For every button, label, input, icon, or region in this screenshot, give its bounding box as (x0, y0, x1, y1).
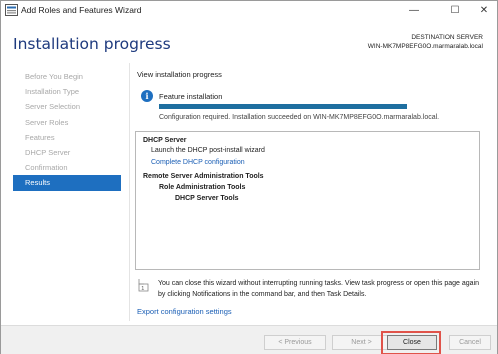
wizard-window: Add Roles and Features Wizard — ☐ ✕ Inst… (0, 0, 498, 354)
wizard-footer: < Previous Next > Close Cancel (1, 325, 497, 354)
minimize-button[interactable]: — (400, 1, 428, 21)
view-progress-label: View installation progress (137, 70, 222, 79)
result-rsat: Remote Server Administration Tools (143, 173, 264, 180)
result-dhcp-server-tools: DHCP Server Tools (175, 195, 239, 202)
close-window-button[interactable]: ✕ (470, 1, 498, 21)
maximize-button[interactable]: ☐ (441, 1, 469, 21)
result-dhcp-server: DHCP Server (143, 137, 187, 144)
wizard-steps-nav: Before You Begin Installation Type Server … (13, 69, 121, 191)
nav-item-installation-type[interactable]: Installation Type (13, 84, 121, 99)
close-button-highlight (381, 331, 441, 354)
nav-item-server-roles[interactable]: Server Roles (13, 115, 121, 130)
destination-server-name: WIN-MK7MP8EFG0O.marmaralab.local (367, 43, 483, 50)
result-role-admin-tools: Role Administration Tools (159, 184, 246, 191)
nav-item-server-selection[interactable]: Server Selection (13, 99, 121, 114)
destination-server-label: DESTINATION SERVER (411, 34, 483, 41)
configuration-status: Configuration required. Installation suc… (159, 114, 440, 121)
feature-installation-label: Feature installation (159, 92, 223, 101)
nav-item-confirmation[interactable]: Confirmation (13, 160, 121, 175)
svg-text:1: 1 (141, 286, 144, 292)
cancel-button[interactable]: Cancel (449, 335, 491, 350)
main-content: View installation progress i Feature ins… (129, 63, 491, 321)
nav-item-features[interactable]: Features (13, 130, 121, 145)
result-launch-wizard: Launch the DHCP post-install wizard (151, 147, 265, 154)
export-configuration-link[interactable]: Export configuration settings (137, 307, 232, 316)
page-title: Installation progress (13, 35, 171, 53)
progress-bar-fill (159, 104, 407, 109)
server-manager-icon (5, 4, 18, 16)
nav-item-dhcp-server[interactable]: DHCP Server (13, 145, 121, 160)
notification-flag-icon: 1 (138, 279, 149, 292)
window-title: Add Roles and Features Wizard (21, 5, 142, 15)
title-bar: Add Roles and Features Wizard — ☐ ✕ (1, 1, 497, 21)
nav-item-results[interactable]: Results (13, 175, 121, 191)
close-wizard-note: You can close this wizard without interr… (158, 280, 480, 298)
previous-button[interactable]: < Previous (264, 335, 326, 350)
info-icon: i (141, 90, 153, 102)
nav-item-before-you-begin[interactable]: Before You Begin (13, 69, 121, 84)
installation-progress-bar (159, 104, 407, 109)
complete-dhcp-configuration-link[interactable]: Complete DHCP configuration (151, 159, 245, 166)
results-panel: DHCP Server Launch the DHCP post-install… (135, 131, 480, 270)
